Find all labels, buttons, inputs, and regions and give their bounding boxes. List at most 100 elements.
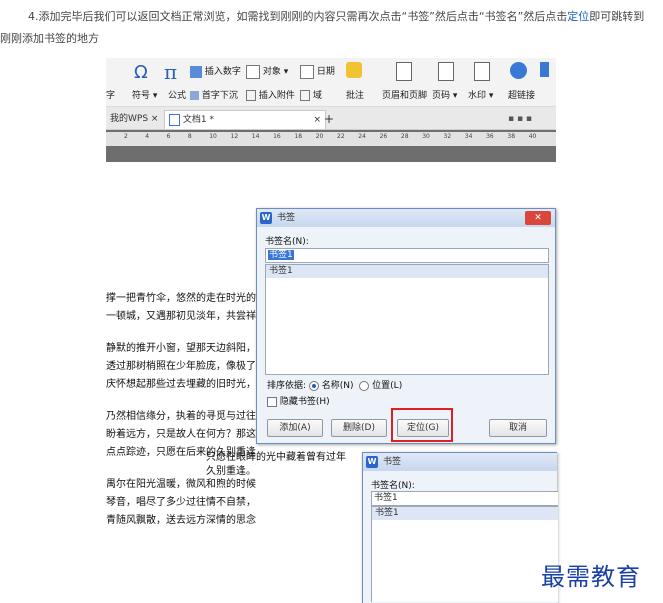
ruler-tick-label: 32	[443, 133, 452, 140]
wps-logo-icon: W	[260, 212, 272, 224]
tab-doc1[interactable]: 文档1 * ×	[164, 110, 326, 129]
doc-line: 青随风飘散，送去远方深情的思念	[106, 515, 256, 526]
insert-attachment-button[interactable]: 插入附件	[246, 88, 295, 101]
bookmark-list-2[interactable]: 书签1	[371, 506, 558, 602]
ruler-tick-label: 16	[273, 133, 281, 140]
ruler-tick-label: 20	[315, 133, 324, 140]
hyperlink-icon-wrap	[510, 62, 527, 79]
hyperlink-button[interactable]: 超链接	[508, 88, 535, 101]
doc-line: 静默的推开小窗，望那天边斜阳，	[106, 343, 256, 354]
delete-button[interactable]: 删除(D)	[331, 419, 387, 437]
bookmark-name-label: 书签名(N):	[265, 237, 309, 247]
doc-line: 一顿城，又遇那初见淡年，共尝祥	[106, 311, 256, 322]
intro-line1: 4.添加完毕后我们可以返回文档正常浏览，如需找到刚刚的内容只需再次点击“书签”然…	[28, 10, 568, 23]
document-tab-bar: 我的WPS × 文档1 * × + ▪ ▪ ▪	[106, 107, 556, 130]
date-button[interactable]: 日期	[300, 64, 335, 79]
ruler-tick-label: 10	[209, 133, 217, 140]
ruler-tick-label: 36	[486, 133, 494, 140]
ruler-tick-label: 22	[337, 133, 345, 140]
cancel-button[interactable]: 取消	[489, 419, 547, 437]
calendar-icon	[300, 64, 314, 79]
object-icon	[246, 64, 260, 79]
doc-line: 琴音，唱尽了多少过往情不自禁，	[106, 497, 256, 508]
comment-icon-wrap	[346, 62, 362, 78]
header-footer-icon-wrap	[396, 62, 412, 81]
bookmark-dialog-second: W 书签 书签名(N): 书签1 书签1	[362, 452, 558, 603]
dialog-titlebar: W 书签 ✕	[257, 209, 555, 227]
bookmark-list[interactable]: 书签1	[265, 264, 549, 375]
bookmark-name-value: 书签1	[268, 250, 294, 260]
ruler-tick-label: 24	[358, 133, 366, 140]
dialog-title: 书签	[277, 213, 296, 223]
sort-name-label: 名称(N)	[321, 381, 354, 391]
tab-my-wps[interactable]: 我的WPS ×	[106, 110, 162, 128]
watermark-icon[interactable]	[474, 62, 490, 81]
watermark-logo: 最需教育	[541, 563, 641, 591]
close-icon[interactable]: ×	[151, 114, 159, 124]
attachment-icon	[246, 90, 256, 101]
ruler-tick-label: 4	[145, 133, 150, 140]
page-number-icon-wrap	[438, 62, 454, 81]
intro-line1-end: 即可跳转到	[589, 10, 645, 23]
omega-symbol-icon[interactable]: Ω	[134, 62, 148, 83]
doc-line: 庆怀想起那些过去埋藏的旧时光，	[106, 379, 256, 390]
header-footer-icon[interactable]	[396, 62, 412, 81]
doc-line: 乃然相信缘分，执着的寻觅与过往	[106, 411, 256, 422]
watermark-icon-wrap	[474, 62, 490, 81]
bookmark-name-input-2[interactable]: 书签1	[371, 491, 558, 506]
globe-icon[interactable]	[510, 62, 527, 79]
doc-line: 盼着远方，只是故人在何方？那这	[106, 429, 256, 440]
bookmark-name-input[interactable]: 书签1	[265, 248, 549, 263]
sort-position-label: 位置(L)	[372, 381, 403, 391]
window-controls-icon[interactable]: ▪ ▪ ▪	[504, 110, 536, 128]
ruler-tick-label: 6	[166, 133, 171, 140]
field-button[interactable]: 域	[300, 88, 322, 101]
hide-bookmarks-checkbox[interactable]	[267, 396, 277, 407]
pi-formula-icon[interactable]: π	[164, 60, 177, 84]
char-label: 字	[106, 91, 116, 101]
list-item[interactable]: 书签1	[372, 507, 558, 520]
bookmark-icon-wrap	[540, 62, 549, 77]
document-icon	[169, 113, 180, 126]
number-icon	[190, 65, 202, 78]
header-footer-button[interactable]: 页眉和页脚	[382, 88, 427, 101]
ruler-tick-label: 34	[464, 133, 473, 140]
page-number-icon[interactable]	[438, 62, 454, 81]
ruler-tick-label: 40	[528, 133, 537, 140]
comment-icon[interactable]	[346, 62, 362, 78]
ruler-tick-label: 14	[251, 133, 260, 140]
wps-logo-icon: W	[366, 456, 378, 468]
ruler: 2 4 6 8 10 12 14 16 18 20 22 24 26 28 30 32 34 36 38 40	[106, 130, 556, 162]
sort-position-radio[interactable]	[359, 380, 370, 391]
add-button[interactable]: 添加(A)	[267, 419, 323, 437]
dialog2-title: 书签	[383, 457, 402, 467]
bookmark-icon[interactable]	[540, 62, 549, 77]
formula-button[interactable]: 公式	[168, 88, 186, 101]
ruler-tick-label: 2	[124, 133, 128, 140]
ribbon-toolbar: Ω π 插入数字 对象 ▾ 日期 字 符号 ▾ 公式 首字下沉 插入附件 域 批…	[106, 58, 556, 107]
new-tab-button[interactable]: +	[320, 110, 338, 128]
drop-cap-icon	[190, 91, 199, 100]
drop-cap-button[interactable]: 首字下沉	[190, 88, 238, 101]
dialog2-titlebar: W 书签	[363, 453, 557, 471]
doc-line: 透过那树梢照在少年脸庞，像极了	[106, 361, 256, 372]
hide-bookmarks-option: 隐藏书签(H)	[267, 394, 330, 407]
object-button[interactable]: 对象 ▾	[246, 64, 288, 79]
comment-button[interactable]: 批注	[346, 88, 364, 101]
page-number-button[interactable]: 页码 ▾	[432, 88, 457, 101]
watermark-button[interactable]: 水印 ▾	[468, 88, 493, 101]
close-icon[interactable]: ✕	[525, 211, 551, 225]
doc-tail-line2: 久别重逢。	[206, 466, 256, 477]
bookmark-name-label-2: 书签名(N):	[371, 481, 415, 491]
intro-line2: 刚刚添加书签的地方	[0, 32, 99, 45]
sort-name-radio[interactable]	[308, 380, 319, 391]
insert-number-button[interactable]: 插入数字	[190, 64, 241, 78]
list-item[interactable]: 书签1	[266, 265, 548, 278]
ruler-tick-label: 8	[187, 133, 192, 140]
goto-link[interactable]: 定位	[567, 10, 589, 23]
intro-text: 4.添加完毕后我们可以返回文档正常浏览，如需找到刚刚的内容只需再次点击“书签”然…	[0, 6, 663, 50]
ruler-tick-label: 12	[230, 133, 239, 140]
goto-highlight-box	[391, 408, 453, 442]
sort-options: 排序依据: 名称(N) 位置(L)	[267, 380, 403, 391]
symbol-button[interactable]: 符号 ▾	[132, 88, 157, 101]
